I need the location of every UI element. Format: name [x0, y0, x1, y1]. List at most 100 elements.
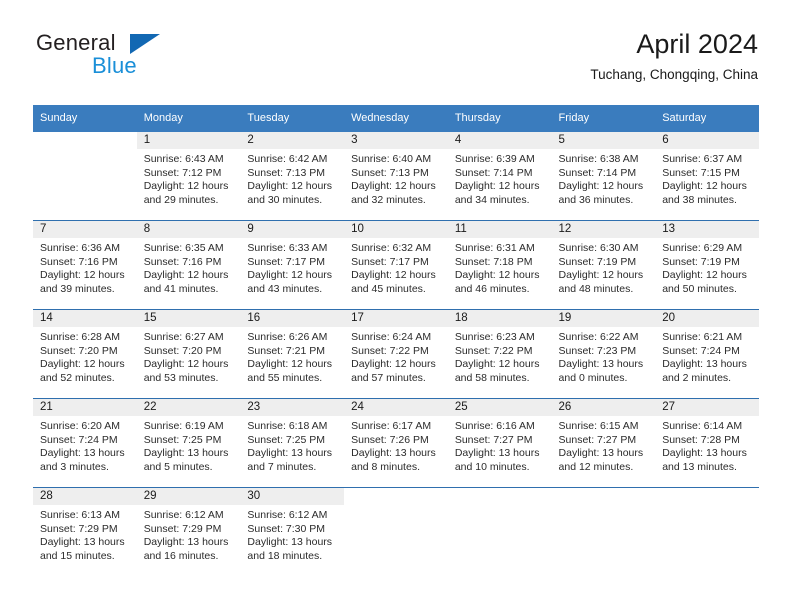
- sunrise-text: Sunrise: 6:38 AM: [558, 153, 639, 165]
- daylight-text-line1: Daylight: 13 hours: [143, 447, 229, 460]
- day-number: 16: [240, 310, 345, 327]
- sunrise-text: Sunrise: 6:12 AM: [143, 509, 224, 521]
- calendar-day-cell[interactable]: 15 Sunrise: 6:27 AM Sunset: 7:20 PM Dayligh…: [136, 309, 241, 399]
- daylight-text-line2: and 41 minutes.: [143, 282, 219, 295]
- sunrise-text: Sunrise: 6:30 AM: [558, 242, 639, 254]
- day-number: 3: [344, 132, 448, 149]
- day-number: 29: [136, 488, 241, 505]
- day-cell-inner: 19 Sunrise: 6:22 AM Sunset: 7:23 PM Dayligh…: [551, 310, 656, 398]
- calendar-day-cell[interactable]: 18 Sunrise: 6:23 AM Sunset: 7:22 PM Dayligh…: [447, 309, 552, 399]
- day-details: Sunrise: 6:28 AM Sunset: 7:20 PM Daylight:…: [33, 327, 137, 385]
- calendar-day-cell[interactable]: 3 Sunrise: 6:40 AM Sunset: 7:13 PM Daylight…: [344, 132, 448, 221]
- calendar-day-cell[interactable]: 7 Sunrise: 6:36 AM Sunset: 7:16 PM Daylight…: [33, 220, 137, 310]
- calendar-week-row: 7 Sunrise: 6:36 AM Sunset: 7:16 PM Daylight…: [33, 220, 759, 310]
- daylight-text-line1: Daylight: 12 hours: [662, 180, 747, 193]
- daylight-text-line1: Daylight: 13 hours: [662, 447, 747, 460]
- sunset-text: Sunset: 7:17 PM: [247, 255, 326, 268]
- calendar-day-cell[interactable]: 24 Sunrise: 6:17 AM Sunset: 7:26 PM Dayligh…: [344, 398, 448, 488]
- sunrise-text: Sunrise: 6:24 AM: [351, 331, 432, 343]
- calendar-day-cell[interactable]: 8 Sunrise: 6:35 AM Sunset: 7:16 PM Daylight…: [136, 220, 241, 310]
- sunrise-text: Sunrise: 6:16 AM: [454, 420, 535, 432]
- calendar-day-cell[interactable]: 30 Sunrise: 6:12 AM Sunset: 7:30 PM Dayligh…: [240, 487, 345, 576]
- day-number: 6: [655, 132, 759, 149]
- sunset-text: Sunset: 7:18 PM: [454, 255, 533, 268]
- daylight-text-line2: and 16 minutes.: [143, 549, 219, 562]
- sunrise-text: Sunrise: 6:18 AM: [247, 420, 328, 432]
- calendar-day-cell[interactable]: 27 Sunrise: 6:14 AM Sunset: 7:28 PM Dayligh…: [655, 398, 759, 488]
- calendar-day-cell[interactable]: 9 Sunrise: 6:33 AM Sunset: 7:17 PM Daylight…: [240, 220, 345, 310]
- daylight-text-line2: and 46 minutes.: [454, 282, 530, 295]
- day-details: Sunrise: 6:14 AM Sunset: 7:28 PM Daylight:…: [655, 416, 759, 474]
- calendar-day-cell[interactable]: 5 Sunrise: 6:38 AM Sunset: 7:14 PM Daylight…: [551, 132, 656, 221]
- sunrise-text: Sunrise: 6:28 AM: [40, 331, 120, 343]
- calendar-day-cell[interactable]: 12 Sunrise: 6:30 AM Sunset: 7:19 PM Dayligh…: [551, 220, 656, 310]
- calendar-day-cell[interactable]: 21 Sunrise: 6:20 AM Sunset: 7:24 PM Dayligh…: [33, 398, 137, 488]
- day-number: 15: [136, 310, 241, 327]
- calendar-day-cell[interactable]: 26 Sunrise: 6:15 AM Sunset: 7:27 PM Dayligh…: [551, 398, 656, 488]
- day-cell-inner: 11 Sunrise: 6:31 AM Sunset: 7:18 PM Dayligh…: [447, 221, 552, 309]
- sunset-text: Sunset: 7:13 PM: [247, 166, 326, 179]
- weekday-header-friday: Friday: [551, 105, 656, 132]
- daylight-text-line1: Daylight: 12 hours: [40, 358, 125, 371]
- daylight-text-line2: and 58 minutes.: [454, 371, 530, 384]
- calendar-day-cell[interactable]: 1 Sunrise: 6:43 AM Sunset: 7:12 PM Daylight…: [136, 132, 241, 221]
- sunrise-text: Sunrise: 6:22 AM: [558, 331, 639, 343]
- calendar-day-cell[interactable]: 14 Sunrise: 6:28 AM Sunset: 7:20 PM Dayligh…: [33, 309, 137, 399]
- daylight-text-line1: Daylight: 12 hours: [351, 180, 436, 193]
- daylight-text-line1: Daylight: 12 hours: [143, 358, 229, 371]
- sunrise-text: Sunrise: 6:36 AM: [40, 242, 120, 254]
- sunrise-text: Sunrise: 6:33 AM: [247, 242, 328, 254]
- day-cell-inner: 13 Sunrise: 6:29 AM Sunset: 7:19 PM Dayligh…: [655, 221, 759, 309]
- calendar-day-cell[interactable]: 20 Sunrise: 6:21 AM Sunset: 7:24 PM Dayligh…: [655, 309, 759, 399]
- sunset-text: Sunset: 7:22 PM: [454, 344, 533, 357]
- calendar-day-cell[interactable]: 22 Sunrise: 6:19 AM Sunset: 7:25 PM Dayligh…: [136, 398, 241, 488]
- sunrise-text: Sunrise: 6:15 AM: [558, 420, 639, 432]
- calendar-day-cell[interactable]: 2 Sunrise: 6:42 AM Sunset: 7:13 PM Daylight…: [240, 132, 345, 221]
- calendar-day-cell[interactable]: 6 Sunrise: 6:37 AM Sunset: 7:15 PM Daylight…: [655, 132, 759, 221]
- day-number: 20: [655, 310, 759, 327]
- calendar-day-cell[interactable]: 28 Sunrise: 6:13 AM Sunset: 7:29 PM Dayligh…: [33, 487, 137, 576]
- calendar-body: 1 Sunrise: 6:43 AM Sunset: 7:12 PM Daylight…: [33, 132, 759, 576]
- daylight-text-line1: Daylight: 13 hours: [558, 358, 644, 371]
- day-details: Sunrise: 6:13 AM Sunset: 7:29 PM Daylight:…: [33, 505, 137, 563]
- daylight-text-line2: and 8 minutes.: [351, 460, 420, 473]
- sunrise-text: Sunrise: 6:26 AM: [247, 331, 328, 343]
- sunset-text: Sunset: 7:19 PM: [662, 255, 740, 268]
- page-title: April 2024: [636, 29, 758, 59]
- calendar-day-cell[interactable]: 25 Sunrise: 6:16 AM Sunset: 7:27 PM Dayligh…: [447, 398, 552, 488]
- day-number: 30: [240, 488, 345, 505]
- daylight-text-line1: Daylight: 12 hours: [662, 269, 747, 282]
- general-blue-logo[interactable]: General Blue: [34, 28, 184, 86]
- sunrise-text: Sunrise: 6:20 AM: [40, 420, 120, 432]
- daylight-text-line2: and 3 minutes.: [40, 460, 109, 473]
- sunrise-text: Sunrise: 6:23 AM: [454, 331, 535, 343]
- calendar-day-cell[interactable]: 29 Sunrise: 6:12 AM Sunset: 7:29 PM Dayligh…: [136, 487, 241, 576]
- calendar-day-cell[interactable]: 17 Sunrise: 6:24 AM Sunset: 7:22 PM Dayligh…: [344, 309, 448, 399]
- sunset-text: Sunset: 7:20 PM: [143, 344, 222, 357]
- calendar-day-cell[interactable]: 16 Sunrise: 6:26 AM Sunset: 7:21 PM Dayligh…: [240, 309, 345, 399]
- day-details: Sunrise: 6:36 AM Sunset: 7:16 PM Daylight:…: [33, 238, 137, 296]
- daylight-text-line2: and 12 minutes.: [558, 460, 634, 473]
- calendar-day-cell[interactable]: 4 Sunrise: 6:39 AM Sunset: 7:14 PM Daylight…: [447, 132, 552, 221]
- day-number: 7: [33, 221, 137, 238]
- page-subtitle: Tuchang, Chongqing, China: [590, 67, 758, 82]
- calendar-day-cell-empty: [33, 132, 137, 221]
- day-number: 2: [240, 132, 345, 149]
- daylight-text-line1: Daylight: 12 hours: [351, 358, 436, 371]
- calendar-day-cell[interactable]: 19 Sunrise: 6:22 AM Sunset: 7:23 PM Dayligh…: [551, 309, 656, 399]
- calendar-day-cell[interactable]: 13 Sunrise: 6:29 AM Sunset: 7:19 PM Dayligh…: [655, 220, 759, 310]
- day-number: 26: [551, 399, 656, 416]
- title-block: April 2024 Tuchang, Chongqing, China: [590, 28, 758, 83]
- calendar-day-cell[interactable]: 11 Sunrise: 6:31 AM Sunset: 7:18 PM Dayligh…: [447, 220, 552, 310]
- sunrise-text: Sunrise: 6:31 AM: [454, 242, 535, 254]
- sunset-text: Sunset: 7:14 PM: [558, 166, 637, 179]
- calendar-day-cell[interactable]: 10 Sunrise: 6:32 AM Sunset: 7:17 PM Dayligh…: [344, 220, 448, 310]
- calendar-day-cell-empty: [551, 487, 656, 576]
- daylight-text-line2: and 32 minutes.: [351, 193, 426, 206]
- calendar-day-cell[interactable]: 23 Sunrise: 6:18 AM Sunset: 7:25 PM Dayligh…: [240, 398, 345, 488]
- day-number: 11: [447, 221, 552, 238]
- sunrise-text: Sunrise: 6:32 AM: [351, 242, 432, 254]
- daylight-text-line1: Daylight: 12 hours: [558, 269, 644, 282]
- daylight-text-line1: Daylight: 12 hours: [143, 269, 229, 282]
- day-details: Sunrise: 6:21 AM Sunset: 7:24 PM Daylight:…: [655, 327, 759, 385]
